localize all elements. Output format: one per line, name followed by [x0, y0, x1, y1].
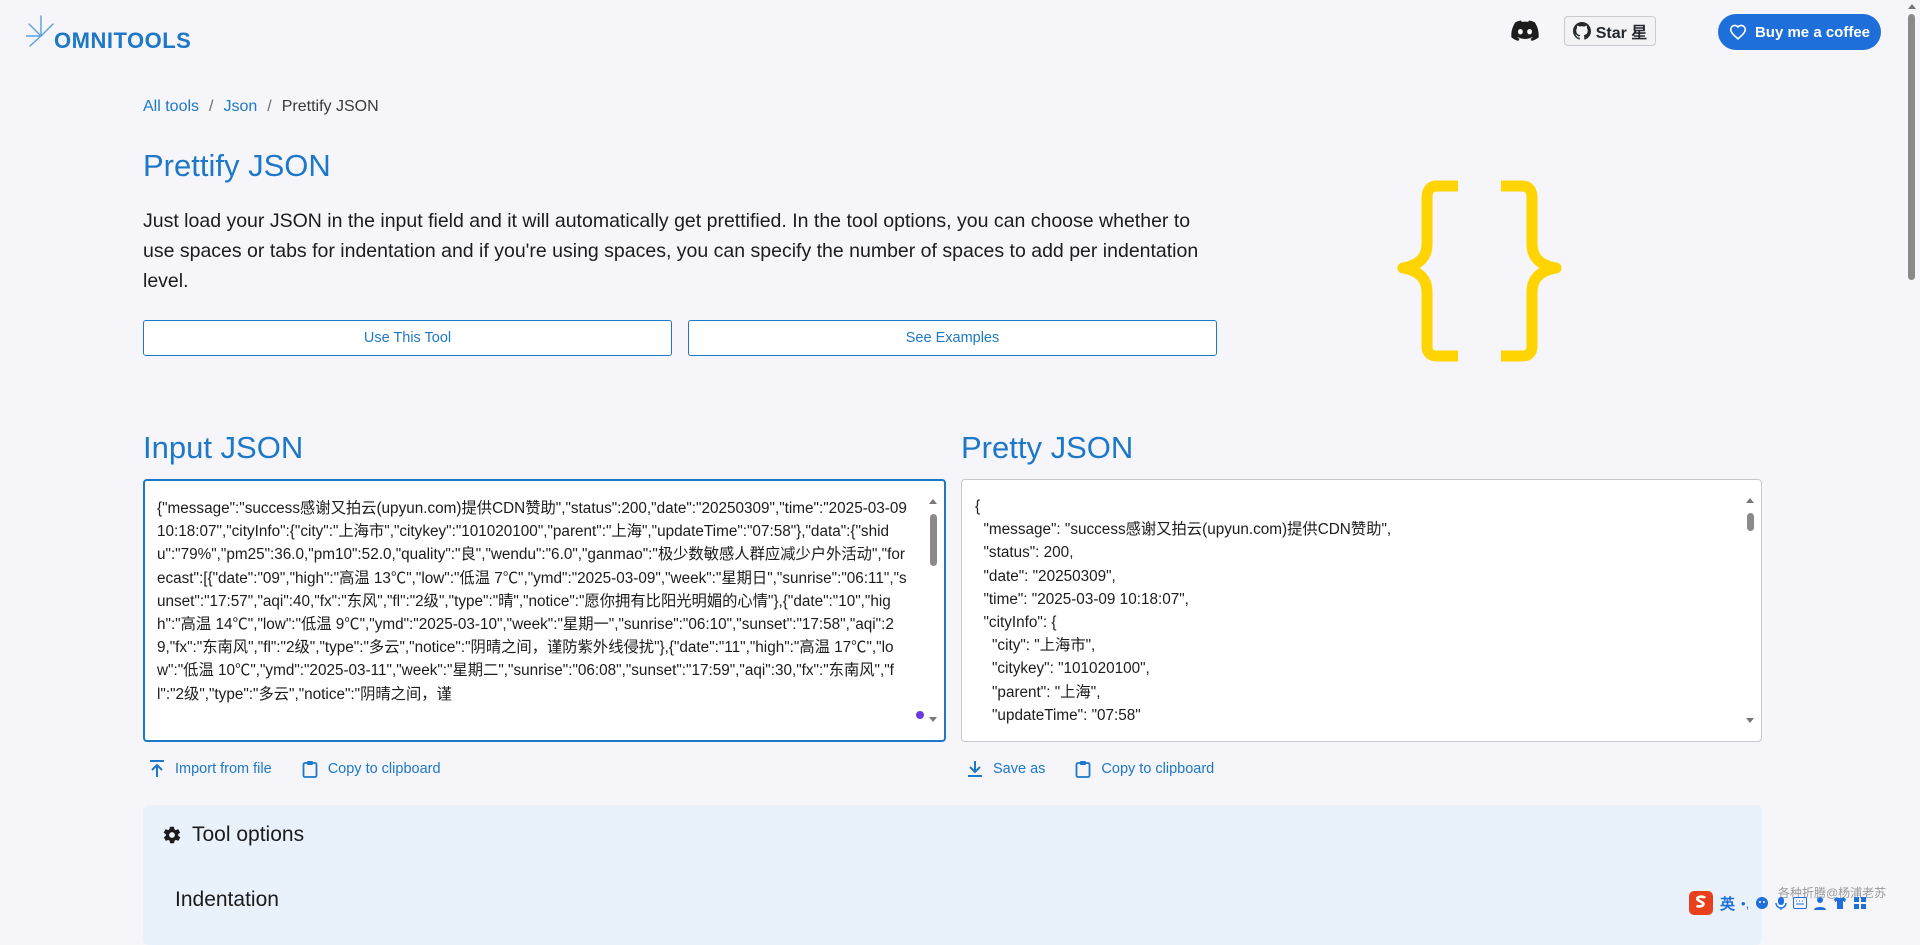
logo-text: OMNITOOLS	[54, 28, 192, 53]
buy-me-a-coffee-button[interactable]: Buy me a coffee	[1718, 14, 1881, 50]
coffee-label: Buy me a coffee	[1754, 23, 1871, 41]
import-label: Import from file	[175, 761, 272, 777]
omnitools-logo[interactable]: OMNITOOLS	[26, 14, 191, 54]
heart-icon	[1729, 24, 1747, 40]
scroll-up-arrow-icon[interactable]	[1908, 4, 1916, 9]
breadcrumb-separator: /	[267, 98, 272, 115]
output-actions: Save as Copy to clipboard	[967, 760, 1214, 778]
use-this-tool-button[interactable]: Use This Tool	[143, 320, 672, 356]
scrollbar-thumb[interactable]	[930, 514, 937, 566]
logo-burst-icon	[26, 15, 54, 47]
ime-toolbar[interactable]: 英 •,	[1688, 890, 1867, 916]
scroll-up-arrow-icon[interactable]	[929, 499, 937, 504]
tool-options-panel	[143, 805, 1762, 945]
emoji-icon[interactable]	[1755, 896, 1769, 910]
input-actions: Import from file Copy to clipboard	[149, 760, 441, 778]
tool-description: Just load your JSON in the input field a…	[143, 210, 1199, 292]
breadcrumb-json[interactable]: Json	[223, 98, 257, 116]
breadcrumb: All tools / Json / Prettify JSON	[143, 98, 379, 116]
input-json-title: Input JSON	[143, 430, 304, 465]
punctuation-icon[interactable]: •,	[1741, 896, 1749, 911]
clipboard-icon	[1076, 761, 1091, 778]
input-json-text: {"message":"success感谢又拍云(upyun.com)提供CDN…	[157, 500, 912, 703]
output-scrollbar[interactable]	[1745, 498, 1755, 723]
download-icon	[968, 761, 982, 777]
user-icon[interactable]	[1813, 896, 1827, 910]
input-json-textarea[interactable]: {"message":"success感谢又拍云(upyun.com)提供CDN…	[143, 479, 946, 742]
pretty-json-textarea[interactable]: { "message": "success感谢又拍云(upyun.com)提供C…	[961, 479, 1762, 742]
breadcrumb-all-tools[interactable]: All tools	[143, 98, 199, 116]
save-as-button[interactable]: Save as	[967, 760, 1045, 778]
shirt-icon[interactable]	[1833, 896, 1847, 910]
input-copy-to-clipboard-button[interactable]: Copy to clipboard	[302, 760, 441, 778]
github-icon	[1572, 22, 1591, 40]
upload-icon	[150, 760, 164, 777]
breadcrumb-current: Prettify JSON	[281, 98, 379, 115]
input-scrollbar[interactable]	[928, 499, 938, 722]
discord-icon[interactable]	[1511, 20, 1539, 42]
resize-dot-icon	[916, 711, 924, 719]
breadcrumb-separator: /	[209, 98, 214, 115]
github-star-button[interactable]: Star 星	[1564, 16, 1656, 46]
see-examples-button[interactable]: See Examples	[688, 320, 1217, 356]
pretty-json-title: Pretty JSON	[961, 430, 1134, 465]
tool-options-header: Tool options	[162, 823, 304, 847]
import-from-file-button[interactable]: Import from file	[149, 760, 272, 778]
braces-icon	[1397, 180, 1562, 362]
star-label: Star 星	[1595, 25, 1648, 42]
output-copy-label: Copy to clipboard	[1101, 761, 1215, 777]
scroll-down-arrow-icon[interactable]	[1746, 718, 1754, 723]
microphone-icon[interactable]	[1775, 896, 1787, 910]
tool-options-title: Tool options	[192, 823, 305, 846]
page-scrollbar[interactable]	[1904, 0, 1920, 919]
output-copy-to-clipboard-button[interactable]: Copy to clipboard	[1075, 760, 1214, 778]
scrollbar-thumb[interactable]	[1908, 14, 1915, 280]
page-title: Prettify JSON	[143, 148, 331, 183]
clipboard-icon	[302, 761, 318, 778]
scrollbar-thumb[interactable]	[1747, 513, 1754, 531]
scroll-up-arrow-icon[interactable]	[1746, 498, 1754, 503]
grid-menu-icon[interactable]	[1853, 896, 1867, 910]
ime-language-label[interactable]: 英	[1720, 893, 1735, 914]
save-as-label: Save as	[993, 761, 1046, 777]
keyboard-icon[interactable]	[1793, 897, 1808, 909]
sogou-ime-icon	[1689, 891, 1713, 915]
indentation-label: Indentation	[175, 888, 279, 911]
gear-icon	[163, 826, 181, 844]
pretty-json-text: { "message": "success感谢又拍云(upyun.com)提供C…	[975, 498, 1392, 724]
scroll-down-arrow-icon[interactable]	[929, 717, 937, 722]
input-copy-label: Copy to clipboard	[327, 761, 441, 777]
